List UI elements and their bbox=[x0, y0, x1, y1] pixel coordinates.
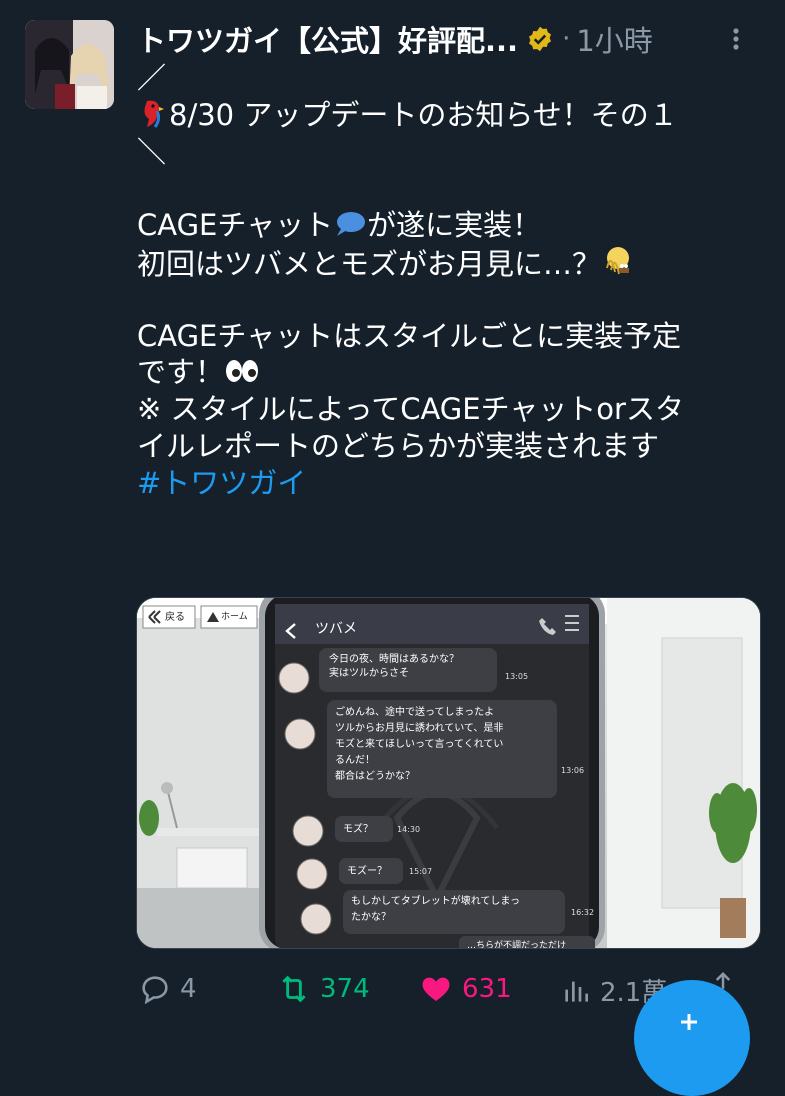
reply-count: 4 bbox=[180, 974, 197, 1004]
chat-message: モズー？ bbox=[347, 866, 387, 877]
tweet-text: ／ 8/30 アップデートのお知らせ！その１ ＼ CAGEチャット が遂に実装！… bbox=[137, 60, 767, 502]
tweet-line: です！ bbox=[137, 354, 767, 391]
eyes-emoji-icon bbox=[226, 360, 259, 383]
avatar[interactable] bbox=[25, 20, 114, 109]
reply-button[interactable]: 4 bbox=[138, 972, 197, 1006]
home-button-label: ホーム bbox=[221, 612, 248, 622]
tweet-line: 8/30 アップデートのお知らせ！その１ bbox=[137, 97, 767, 134]
parrot-emoji-icon bbox=[144, 100, 164, 128]
chat-title: ツバメ bbox=[315, 621, 357, 637]
tweet-media-image[interactable]: 戻る ホーム ツバメ 今日の夜、時間はあるかな？ 実はツルからさそ 13:05 … bbox=[136, 597, 761, 949]
chat-message-line: 都合はどうかな？ bbox=[335, 771, 415, 782]
back-button-label: 戻る bbox=[165, 612, 185, 623]
chat-message-line: ごめんね、途中で送ってしまったよ bbox=[335, 707, 495, 718]
author-name[interactable]: トワツガイ【公式】好評配... bbox=[137, 18, 518, 60]
tweet-line-text: 8/30 アップデートのお知らせ！その１ bbox=[169, 97, 678, 132]
separator-dot: · bbox=[562, 24, 571, 54]
tweet-line: イルレポートのどちらかが実装されます bbox=[137, 428, 660, 463]
chat-time: 13:05 bbox=[505, 672, 529, 681]
timestamp[interactable]: 1小時 bbox=[576, 18, 652, 60]
tweet-line: ／ bbox=[137, 61, 167, 95]
heart-icon bbox=[422, 977, 450, 1002]
compose-icon bbox=[681, 1014, 697, 1030]
tweet-line bbox=[137, 170, 767, 207]
tweet-line: ※ スタイルによってCAGEチャットorスタ bbox=[137, 392, 684, 427]
chat-message: 今日の夜、時間はあるかな？ 実はツルからさそ bbox=[329, 653, 459, 681]
tweet-line-text: CAGEチャット bbox=[137, 208, 334, 243]
tweet-line-text: 初回はツバメとモズがお月見に…？ bbox=[137, 246, 602, 281]
moon-viewing-emoji-icon bbox=[606, 246, 630, 275]
chat-message: …ちらが不調だっただけ bbox=[467, 941, 567, 949]
chat-message: もしかしてタブレットが壊れてしまっ たかな？ bbox=[351, 894, 520, 926]
chat-time: 16:32 bbox=[571, 908, 595, 917]
retweet-button[interactable]: 374 bbox=[276, 972, 370, 1006]
verified-badge-icon bbox=[529, 26, 552, 52]
retweet-icon bbox=[282, 975, 306, 1003]
chat-message-line: 今日の夜、時間はあるかな？ bbox=[329, 654, 459, 665]
chat-message-line: たかな？ bbox=[351, 912, 391, 923]
more-options-icon[interactable] bbox=[721, 22, 751, 56]
compose-button[interactable] bbox=[634, 980, 750, 1096]
like-button[interactable]: 631 bbox=[418, 972, 512, 1006]
reply-icon bbox=[142, 976, 168, 1005]
tweet-line bbox=[137, 281, 767, 318]
chat-message-line: るんだ！ bbox=[335, 755, 375, 766]
chat-time: 14:30 bbox=[397, 825, 421, 834]
tweet-line: ＼ bbox=[137, 134, 167, 169]
chat-message-line: もしかしてタブレットが壊れてしまっ bbox=[351, 896, 520, 907]
hashtag-link[interactable]: #トワツガイ bbox=[137, 465, 767, 502]
chat-time: 15:07 bbox=[409, 867, 433, 876]
tweet-line-text: が遂に実装！ bbox=[367, 208, 542, 243]
tweet-line: CAGEチャット が遂に実装！ bbox=[137, 207, 767, 244]
tweet-line: 初回はツバメとモズがお月見に…？ bbox=[137, 244, 767, 281]
retweet-count: 374 bbox=[320, 974, 370, 1004]
like-count: 631 bbox=[462, 974, 512, 1004]
chat-time: 13:06 bbox=[561, 766, 585, 775]
tweet-line-text: です！ bbox=[137, 355, 225, 390]
tweet-line: CAGEチャットはスタイルごとに実装予定 bbox=[137, 318, 682, 353]
chat-message-line: 実はツルからさそ bbox=[329, 668, 409, 679]
chat-message: モズ？ bbox=[343, 824, 373, 835]
views-icon bbox=[565, 981, 588, 1002]
chat-message-line: モズと来てほしいって言ってくれてい bbox=[335, 739, 504, 750]
chat-message-line: ツルからお月見に誘われていて、是非 bbox=[335, 723, 504, 734]
tweet-header: トワツガイ【公式】好評配... · 1小時 bbox=[137, 18, 765, 60]
chat-message: ごめんね、途中で送ってしまったよ ツルからお月見に誘われていて、是非 モズと来て… bbox=[335, 705, 503, 785]
speech-bubble-emoji-icon bbox=[337, 212, 366, 237]
